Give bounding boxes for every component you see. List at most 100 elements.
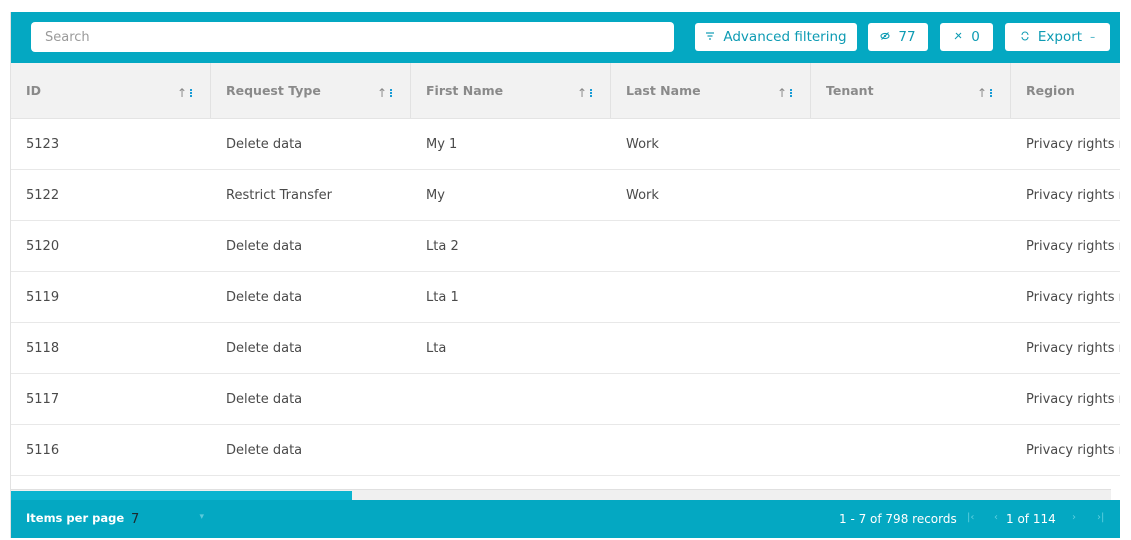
column-header-id[interactable]: ID ↑	[11, 63, 211, 118]
column-header-region[interactable]: Region	[1011, 63, 1120, 118]
sort-arrow-icon[interactable]: ↑	[577, 86, 587, 100]
table-row[interactable]: 5118 Delete data Lta Privacy rights r	[11, 323, 1120, 374]
export-button[interactable]: Export –	[1005, 23, 1110, 51]
horizontal-scrollbar[interactable]	[11, 489, 1111, 500]
cell-last-name: Work	[626, 187, 659, 203]
cell-last-name	[611, 272, 811, 322]
header-row: ID ↑ Request Type ↑ First Name ↑ Last Name ↑ Ten…	[11, 63, 1120, 119]
column-header-label: Request Type	[226, 83, 321, 98]
cell-request-type: Restrict Transfer	[226, 187, 332, 203]
prev-page-icon[interactable]: ‹	[994, 512, 998, 523]
cell-last-name	[611, 425, 811, 475]
filter-icon	[705, 29, 715, 45]
column-header-label: Last Name	[626, 83, 701, 98]
advanced-filtering-button[interactable]: Advanced filtering	[695, 23, 857, 51]
sort-arrow-icon[interactable]: ↑	[177, 86, 187, 100]
cell-region: Privacy rights r	[1026, 187, 1120, 203]
cell-id: 5123	[26, 136, 60, 152]
pinned-columns-count: 0	[971, 29, 980, 45]
page-indicator: 1 of 114	[1006, 512, 1056, 526]
column-header-label: First Name	[426, 83, 504, 98]
items-per-page-label: Items per page	[26, 511, 125, 525]
cell-tenant	[811, 374, 1011, 424]
advanced-filtering-label: Advanced filtering	[723, 29, 847, 45]
cell-first-name: My 1	[426, 136, 458, 152]
cell-id: 5120	[26, 238, 60, 254]
sort-arrow-icon[interactable]: ↑	[777, 86, 787, 100]
eye-off-icon	[880, 29, 890, 45]
column-menu-icon[interactable]	[990, 89, 992, 97]
cell-first-name: My	[426, 187, 445, 203]
cell-first-name	[411, 374, 611, 424]
cell-region: Privacy rights r	[1026, 442, 1120, 458]
column-header-label: ID	[26, 83, 42, 98]
sort-arrow-icon[interactable]: ↑	[977, 86, 987, 100]
cell-last-name: Work	[626, 136, 659, 152]
cell-region: Privacy rights r	[1026, 238, 1120, 254]
cell-region: Privacy rights r	[1026, 289, 1120, 305]
scrollbar-thumb[interactable]	[11, 491, 352, 500]
grid-footer: Items per page 7 ▾ 1 - 7 of 798 records …	[11, 500, 1120, 538]
requests-grid-panel: Advanced filtering 77 0 Export – ID↑Requ…	[10, 12, 1120, 538]
grid-toolbar: Advanced filtering 77 0 Export –	[11, 12, 1120, 63]
sort-controls: ↑	[977, 86, 992, 100]
cell-request-type: Delete data	[226, 289, 303, 305]
sort-arrow-icon[interactable]: ↑	[377, 86, 387, 100]
column-menu-icon[interactable]	[590, 89, 592, 97]
export-label: Export	[1037, 29, 1083, 45]
column-header-request-type[interactable]: Request Type ↑	[211, 63, 411, 118]
records-summary: 1 - 7 of 798 records	[839, 512, 957, 526]
table-row[interactable]: 5122 Restrict Transfer My Work Privacy right…	[11, 170, 1120, 221]
cell-tenant	[811, 323, 1011, 373]
items-per-page-value: 7	[131, 511, 140, 527]
cell-id: 5122	[26, 187, 60, 203]
column-menu-icon[interactable]	[190, 89, 192, 97]
sort-controls: ↑	[377, 86, 392, 100]
column-menu-icon[interactable]	[390, 89, 392, 97]
cell-request-type: Delete data	[226, 442, 303, 458]
hidden-columns-count: 77	[898, 29, 916, 45]
column-header-first-name[interactable]: First Name ↑	[411, 63, 611, 118]
cell-first-name	[411, 425, 611, 475]
next-page-icon[interactable]: ›	[1072, 512, 1076, 523]
table-row[interactable]: 5120 Delete data Lta 2 Privacy rights r	[11, 221, 1120, 272]
cell-first-name: Lta	[426, 340, 447, 356]
cell-first-name: Lta 1	[426, 289, 459, 305]
hidden-columns-button[interactable]: 77	[868, 23, 928, 51]
search-input[interactable]	[45, 29, 674, 45]
cell-last-name	[611, 323, 811, 373]
search-box[interactable]	[31, 22, 674, 52]
cell-tenant	[811, 119, 1011, 169]
cell-last-name	[611, 374, 811, 424]
sort-controls: ↑	[577, 86, 592, 100]
pinned-columns-button[interactable]: 0	[940, 23, 993, 51]
table-row[interactable]: 5117 Delete data Privacy rights r	[11, 374, 1120, 425]
table-row[interactable]: 5123 Delete data My 1 Work Privacy rights r	[11, 119, 1120, 170]
data-grid: ID ↑ Request Type ↑ First Name ↑ Last Name ↑ Ten…	[11, 63, 1120, 489]
last-page-icon[interactable]: ›|	[1097, 512, 1104, 523]
cell-first-name: Lta 2	[426, 238, 459, 254]
cell-tenant	[811, 170, 1011, 220]
cell-tenant	[811, 425, 1011, 475]
column-menu-icon[interactable]	[790, 89, 792, 97]
pin-icon	[953, 29, 963, 45]
cell-tenant	[811, 272, 1011, 322]
cell-region: Privacy rights r	[1026, 391, 1120, 407]
cell-request-type: Delete data	[226, 136, 303, 152]
cell-tenant	[811, 221, 1011, 271]
cell-region: Privacy rights r	[1026, 340, 1120, 356]
cell-id: 5118	[26, 340, 60, 356]
column-header-tenant[interactable]: Tenant ↑	[811, 63, 1011, 118]
column-header-last-name[interactable]: Last Name ↑	[611, 63, 811, 118]
grid-body: 5123 Delete data My 1 Work Privacy rights r5…	[11, 119, 1120, 476]
column-header-label: Tenant	[826, 83, 874, 98]
table-row[interactable]: 5119 Delete data Lta 1 Privacy rights r	[11, 272, 1120, 323]
table-row[interactable]: 5116 Delete data Privacy rights r	[11, 425, 1120, 476]
first-page-icon[interactable]: |‹	[967, 512, 974, 523]
cell-request-type: Delete data	[226, 391, 303, 407]
items-per-page-select[interactable]: 7 ▾	[130, 509, 206, 529]
cell-id: 5119	[26, 289, 60, 305]
cell-id: 5117	[26, 391, 60, 407]
cell-last-name	[611, 221, 811, 271]
column-header-label: Region	[1026, 83, 1075, 98]
